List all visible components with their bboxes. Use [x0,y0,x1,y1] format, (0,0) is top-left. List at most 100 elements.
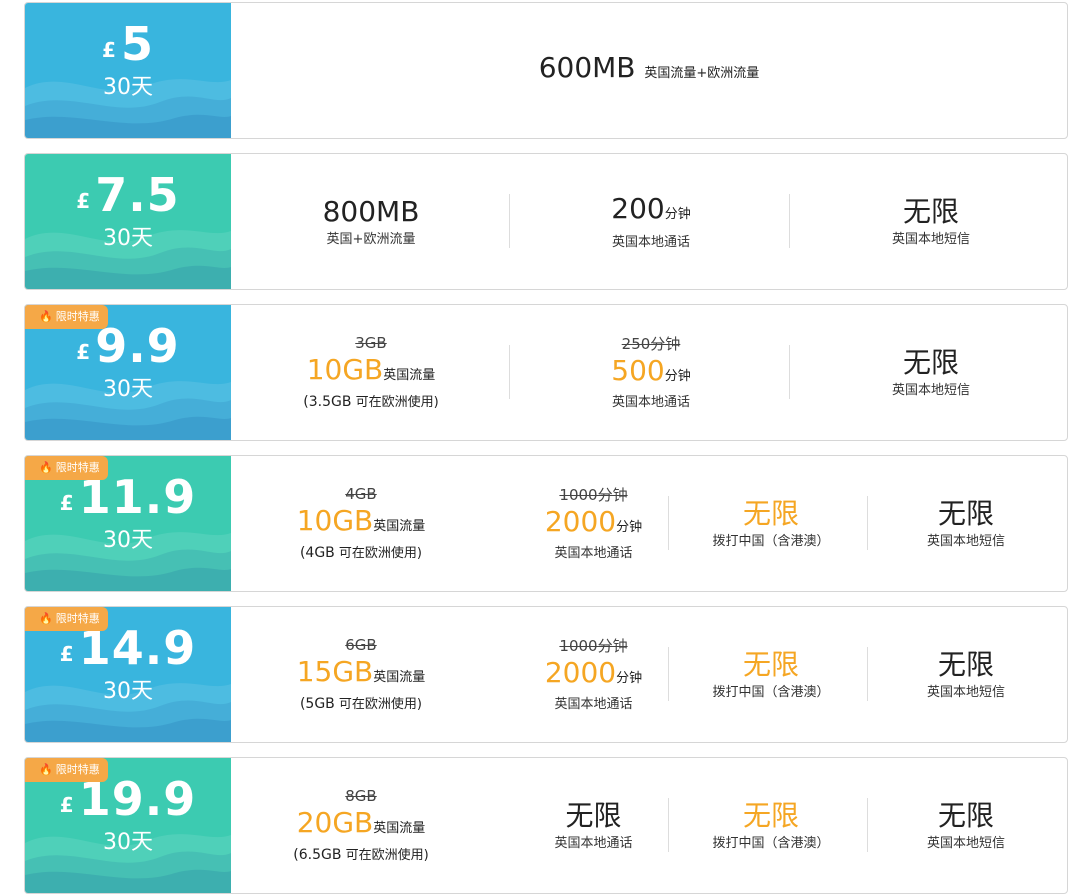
intl-value: 无限 [742,647,799,681]
sms-desc: 英国本地短信 [926,684,1005,700]
divider [668,647,669,701]
intl-feature: 无限 拨打中国（含港澳） [681,758,861,893]
calls-old-value: 250分钟 [621,334,681,353]
intl-desc: 拨打中国（含港澳） [712,533,830,549]
calls-value: 2000 [544,655,617,689]
calls-desc: 英国本地通话 [554,835,633,851]
data-unit: 英国流量 [373,821,426,836]
data-value: 10GB [296,504,374,537]
data-value: 800MB [322,194,420,228]
sms-value: 无限 [937,647,994,681]
data-note: (5GB 可在欧洲使用) [299,696,423,712]
data-value: 20GB [296,806,374,839]
sms-value: 无限 [902,194,959,228]
divider [867,496,868,550]
data-note: (4GB 可在欧洲使用) [299,545,423,561]
calls-unit: 分钟 [664,206,691,222]
data-feature: 8GB 20GB英国流量 (6.5GB 可在欧洲使用) [251,758,471,893]
plan-features: 3GB 10GB英国流量 (3.5GB 可在欧洲使用) 250分钟 500分钟 … [231,305,1067,440]
plan-card[interactable]: £5 30天 600MB 英国流量+欧洲流量 [24,2,1068,139]
data-value: 10GB [306,353,384,386]
sms-value: 无限 [937,798,994,832]
data-feature: 600MB 英国流量+欧洲流量 [231,3,1067,138]
sms-desc: 英国本地短信 [926,533,1005,549]
data-old-value: 4GB [345,485,377,503]
calls-feature: 200分钟 英国本地通话 [531,154,771,289]
plan-duration: 30天 [103,75,153,100]
sms-value: 无限 [937,496,994,530]
calls-feature: 250分钟 500分钟 英国本地通话 [531,305,771,440]
divider [668,798,669,852]
intl-value: 无限 [742,496,799,530]
data-unit: 英国流量 [373,519,426,534]
plan-duration: 30天 [103,679,153,704]
calls-value: 2000 [544,504,617,538]
plan-features: 6GB 15GB英国流量 (5GB 可在欧洲使用) 1000分钟 2000分钟 … [231,607,1067,742]
flame-icon: 🔥 [39,310,53,323]
data-old-value: 6GB [345,636,377,654]
calls-value: 200 [611,191,665,225]
price-amount: £19.9 [59,772,197,826]
price-amount: £9.9 [76,319,180,373]
plan-card[interactable]: 🔥 限时特惠 £11.9 30天 4GB 10GB英国流量 (4GB 可在欧洲使用… [24,455,1068,592]
flame-icon: 🔥 [39,612,53,625]
intl-desc: 拨打中国（含港澳） [712,835,830,851]
data-value: 600MB [538,50,636,84]
promo-badge: 🔥 限时特惠 [25,758,108,782]
data-old-value: 8GB [345,787,377,805]
plan-duration: 30天 [103,377,153,402]
flame-icon: 🔥 [39,461,53,474]
sms-value: 无限 [902,345,959,379]
plan-duration: 30天 [103,226,153,251]
sms-desc: 英国本地短信 [891,382,970,398]
sms-feature: 无限 英国本地短信 [881,758,1051,893]
plan-features: 8GB 20GB英国流量 (6.5GB 可在欧洲使用) 无限 英国本地通话 无限… [231,758,1067,893]
promo-badge: 🔥 限时特惠 [25,305,108,329]
plan-features: 800MB 英国+欧洲流量 200分钟 英国本地通话 无限 英国本地短信 [231,154,1067,289]
plan-card[interactable]: 🔥 限时特惠 £9.9 30天 3GB 10GB英国流量 (3.5GB 可在欧洲使… [24,304,1068,441]
flame-icon: 🔥 [39,763,53,776]
plan-duration: 30天 [103,830,153,855]
price-amount: £5 [102,17,154,71]
plan-card[interactable]: £7.5 30天 800MB 英国+欧洲流量 200分钟 英国本地通话 无限 英… [24,153,1068,290]
intl-value: 无限 [742,798,799,832]
calls-unit: 分钟 [616,519,643,535]
sms-desc: 英国本地短信 [926,835,1005,851]
price-amount: £7.5 [76,168,180,222]
data-feature: 3GB 10GB英国流量 (3.5GB 可在欧洲使用) [256,305,486,440]
data-unit: 英国流量 [383,368,436,383]
intl-feature: 无限 拨打中国（含港澳） [681,456,861,591]
data-note: (3.5GB 可在欧洲使用) [303,394,439,410]
calls-value: 500 [611,353,665,387]
calls-desc: 英国本地通话 [611,234,690,250]
promo-badge: 🔥 限时特惠 [25,456,108,480]
plan-features: 4GB 10GB英国流量 (4GB 可在欧洲使用) 1000分钟 2000分钟 … [231,456,1067,591]
price-panel: £7.5 30天 [25,154,231,289]
sms-feature: 无限 英国本地短信 [881,456,1051,591]
intl-desc: 拨打中国（含港澳） [712,684,830,700]
calls-unit: 分钟 [616,670,643,686]
promo-badge: 🔥 限时特惠 [25,607,108,631]
price-amount: £11.9 [59,470,197,524]
plan-card[interactable]: 🔥 限时特惠 £14.9 30天 6GB 15GB英国流量 (5GB 可在欧洲使用… [24,606,1068,743]
data-feature: 4GB 10GB英国流量 (4GB 可在欧洲使用) [251,456,471,591]
data-value: 15GB [296,655,374,688]
sms-feature: 无限 英国本地短信 [881,607,1051,742]
sms-desc: 英国本地短信 [891,231,970,247]
divider [509,345,510,399]
calls-desc: 英国本地通话 [554,545,633,561]
calls-old-value: 1000分钟 [559,636,628,655]
price-amount: £14.9 [59,621,197,675]
divider [509,194,510,248]
price-panel: £5 30天 [25,3,231,138]
calls-unit: 分钟 [664,368,691,384]
plan-card[interactable]: 🔥 限时特惠 £19.9 30天 8GB 20GB英国流量 (6.5GB 可在欧洲… [24,757,1068,894]
data-desc: 英国+欧洲流量 [326,231,416,247]
data-feature: 800MB 英国+欧洲流量 [256,154,486,289]
divider [867,798,868,852]
data-feature: 6GB 15GB英国流量 (5GB 可在欧洲使用) [251,607,471,742]
sms-feature: 无限 英国本地短信 [811,305,1051,440]
data-desc: 英国流量+欧洲流量 [644,65,760,81]
calls-old-value: 1000分钟 [559,485,628,504]
intl-feature: 无限 拨打中国（含港澳） [681,607,861,742]
